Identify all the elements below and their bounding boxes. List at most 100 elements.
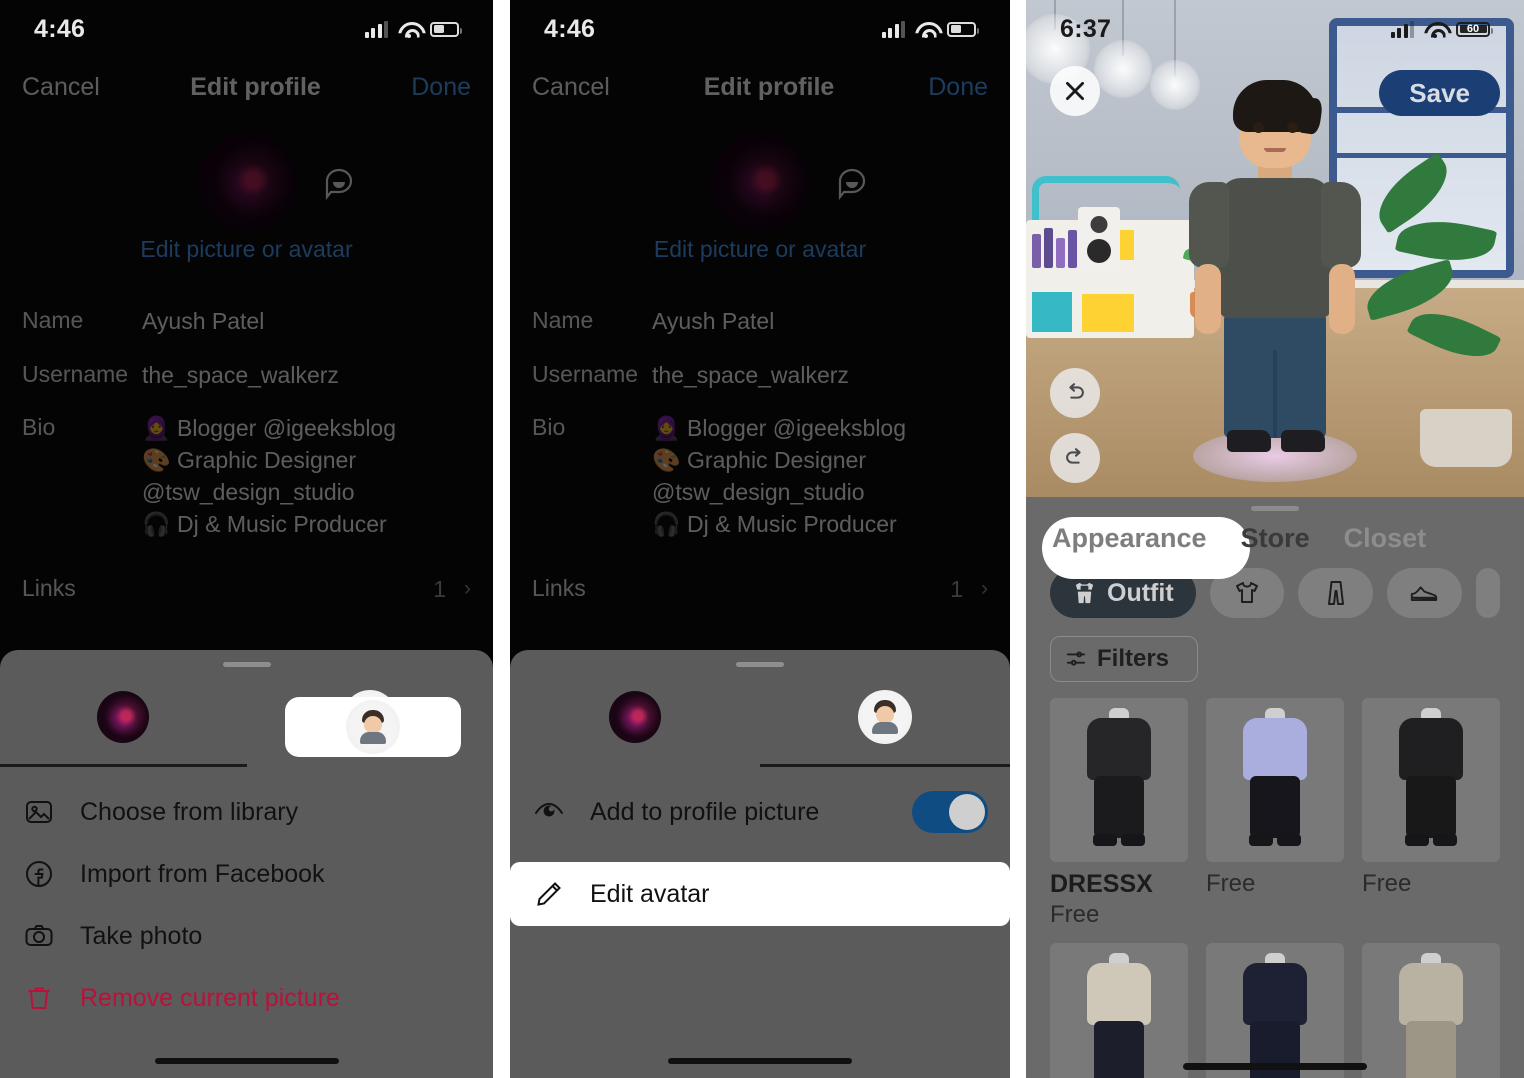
filters-button[interactable]: Filters xyxy=(1050,636,1198,682)
menu-item-import-from-facebook[interactable]: Import from Facebook xyxy=(0,843,493,905)
sheet-tab-photo[interactable] xyxy=(0,667,247,767)
status-time: 4:46 xyxy=(34,14,86,43)
menu-item-label: Import from Facebook xyxy=(80,859,325,888)
outfit-card[interactable] xyxy=(1206,943,1344,1078)
category-bottoms[interactable] xyxy=(1298,568,1373,618)
avatar-bubble-icon[interactable] xyxy=(319,163,359,203)
field-row-links[interactable]: Links 1 › xyxy=(22,556,471,619)
add-to-profile-picture-toggle[interactable] xyxy=(912,791,988,833)
avatar-face-thumbnail-icon xyxy=(858,690,912,744)
menu-item-label: Choose from library xyxy=(80,797,299,826)
chevron-right-icon: › xyxy=(981,577,988,601)
profile-picture[interactable] xyxy=(711,133,809,231)
page-title: Edit profile xyxy=(190,72,321,101)
menu-item-label: Add to profile picture xyxy=(590,797,820,826)
shoe-icon xyxy=(1411,586,1438,601)
field-row-username[interactable]: Username the_space_walkerz xyxy=(22,354,471,408)
links-count: 1 xyxy=(433,575,446,602)
wifi-icon xyxy=(398,21,420,38)
scene-speaker xyxy=(1078,207,1120,274)
done-button[interactable]: Done xyxy=(411,73,471,102)
avatar-tab-highlight[interactable] xyxy=(285,697,461,757)
menu-item-edit-avatar[interactable]: Edit avatar xyxy=(510,862,1010,926)
edit-profile-screen-2: 4:46 Cancel Edit profile Done Edit pictu… xyxy=(510,0,1010,1078)
avatar-row xyxy=(0,125,493,231)
close-icon xyxy=(1066,82,1084,100)
outfit-thumbnail xyxy=(1050,943,1188,1078)
avatar-figure[interactable] xyxy=(1185,78,1365,483)
profile-photo-thumbnail-icon xyxy=(97,691,150,743)
home-indicator xyxy=(154,1058,339,1064)
avatar-options-list: Add to profile picture xyxy=(510,767,1010,843)
tab-store[interactable]: Store xyxy=(1241,523,1310,554)
profile-fields: Name Ayush Patel Username the_space_walk… xyxy=(510,300,1010,620)
photo-options-list: Choose from library Import from Facebook xyxy=(0,767,493,1029)
field-value: 🧕 Blogger @igeeksblog 🎨 Graphic Designer… xyxy=(652,415,907,537)
menu-item-choose-from-library[interactable]: Choose from library xyxy=(0,781,493,843)
outfit-card[interactable]: DRESSX Free xyxy=(1050,698,1188,929)
outfit-card[interactable]: Free xyxy=(1206,698,1344,929)
wifi-icon xyxy=(915,21,937,38)
outfit-brand: DRESSX xyxy=(1050,870,1153,898)
menu-item-label: Edit avatar xyxy=(590,879,710,908)
field-value: Ayush Patel xyxy=(142,308,265,334)
facebook-icon xyxy=(22,857,56,891)
field-row-username[interactable]: Username the_space_walkerz xyxy=(532,354,988,408)
menu-item-remove-current-picture[interactable]: Remove current picture xyxy=(0,967,493,1029)
undo-button[interactable] xyxy=(1050,368,1100,418)
status-bar: 4:46 xyxy=(510,0,1010,58)
field-row-bio[interactable]: Bio 🧕 Blogger @igeeksblog 🎨 Graphic Desi… xyxy=(532,407,988,556)
tab-closet[interactable]: Closet xyxy=(1344,523,1427,554)
photo-library-icon xyxy=(22,795,56,829)
outfit-card[interactable] xyxy=(1362,943,1500,1078)
panel-edit-profile-photo-options: 4:46 Cancel Edit profile Done Edit pictu… xyxy=(0,0,493,1078)
field-value: 🧕 Blogger @igeeksblog 🎨 Graphic Designer… xyxy=(142,415,397,537)
outfit-card[interactable]: Free xyxy=(1362,698,1500,929)
category-shoes[interactable] xyxy=(1386,568,1462,618)
battery-icon xyxy=(430,21,462,37)
close-button[interactable] xyxy=(1050,66,1100,116)
avatar-eye-left xyxy=(1253,122,1264,133)
field-value: the_space_walkerz xyxy=(652,361,849,388)
outfit-price: Free xyxy=(1206,870,1256,897)
avatar-hair xyxy=(1233,80,1317,132)
battery-icon xyxy=(947,21,979,37)
edit-picture-or-avatar-link[interactable]: Edit picture or avatar xyxy=(510,236,1010,263)
eye-icon xyxy=(532,795,566,829)
outfit-thumbnail xyxy=(1362,698,1500,862)
field-row-bio[interactable]: Bio 🧕 Blogger @igeeksblog 🎨 Graphic Desi… xyxy=(22,407,471,556)
edit-picture-or-avatar-link[interactable]: Edit picture or avatar xyxy=(0,236,493,263)
field-row-name[interactable]: Name Ayush Patel xyxy=(532,300,988,354)
outfit-icon xyxy=(1075,582,1094,603)
cancel-button[interactable]: Cancel xyxy=(532,73,610,102)
avatar-sleeve-right xyxy=(1321,182,1361,268)
redo-button[interactable] xyxy=(1050,433,1100,483)
sheet-tab-bar xyxy=(510,667,1010,767)
menu-item-take-photo[interactable]: Take photo xyxy=(0,905,493,967)
profile-picture[interactable] xyxy=(197,133,296,231)
cellular-signal-icon xyxy=(1390,20,1414,38)
outfit-thumbnail xyxy=(1050,698,1188,862)
status-time: 6:37 xyxy=(1060,14,1112,43)
field-row-name[interactable]: Name Ayush Patel xyxy=(22,300,471,354)
category-more-partial[interactable] xyxy=(1475,568,1500,618)
links-label: Links xyxy=(532,575,586,602)
avatar-arm-right xyxy=(1329,264,1355,334)
menu-item-add-to-profile-picture[interactable]: Add to profile picture xyxy=(510,781,1010,843)
avatar-shoe-right xyxy=(1281,430,1325,452)
save-button[interactable]: Save xyxy=(1379,70,1500,116)
sheet-tab-photo[interactable] xyxy=(510,667,760,767)
field-label: Bio xyxy=(532,414,566,441)
status-indicators: 60 xyxy=(1390,20,1493,38)
field-row-links[interactable]: Links 1 › xyxy=(532,556,988,619)
done-button[interactable]: Done xyxy=(928,73,988,102)
avatar-bubble-icon[interactable] xyxy=(832,163,872,203)
status-indicators xyxy=(881,20,979,38)
trash-icon xyxy=(22,981,56,1015)
outfit-grid: DRESSX Free Free Free xyxy=(1026,682,1524,1078)
cancel-button[interactable]: Cancel xyxy=(22,73,100,102)
tab-appearance[interactable]: Appearance xyxy=(1052,523,1207,554)
sheet-tab-avatar[interactable] xyxy=(760,667,1010,767)
outfit-card[interactable] xyxy=(1050,943,1188,1078)
profile-avatar-zone: Edit picture or avatar xyxy=(0,125,493,263)
